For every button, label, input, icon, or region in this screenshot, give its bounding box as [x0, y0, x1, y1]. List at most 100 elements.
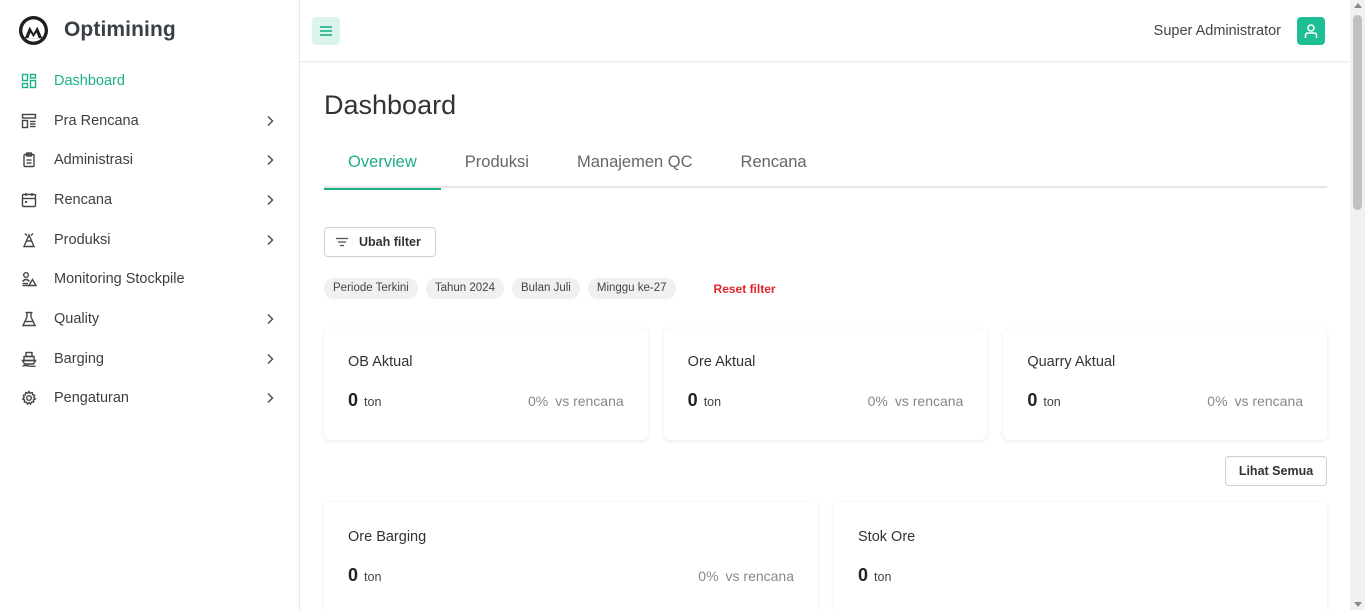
menu-toggle-button[interactable]: [312, 16, 340, 45]
sidebar-item-label: Dashboard: [54, 72, 125, 89]
tab-rencana[interactable]: Rencana: [717, 153, 831, 188]
view-all-button[interactable]: Lihat Semua: [1225, 456, 1327, 486]
chevron-right-icon: [267, 155, 274, 166]
card-comparison-label: vs rencana: [894, 393, 964, 409]
card-percentage: 0%: [867, 393, 888, 409]
chevron-right-icon: [267, 115, 274, 126]
page-title: Dashboard: [324, 90, 457, 120]
secondary-cards-row: Ore Barging 0 ton 0% vs rencana Stok Ore…: [324, 502, 1327, 610]
card-unit: ton: [703, 395, 722, 409]
card-value: 0: [1027, 390, 1038, 410]
excavator-icon: [20, 231, 38, 249]
card-comparison-label: vs rencana: [725, 568, 794, 584]
filter-chip: Periode Terkini: [324, 278, 418, 299]
stat-card-quarry-aktual: Quarry Aktual 0 ton 0% vs rencana: [1003, 329, 1328, 440]
hamburger-icon: [320, 25, 332, 36]
card-unit: ton: [874, 570, 892, 584]
sidebar-item-dashboard[interactable]: Dashboard: [0, 61, 299, 101]
scroll-down-arrow-icon[interactable]: [1354, 602, 1362, 607]
scroll-up-arrow-icon[interactable]: [1354, 3, 1362, 8]
card-unit: ton: [1043, 395, 1061, 409]
sidebar-item-label: Administrasi: [54, 152, 133, 169]
card-percentage: 0%: [527, 393, 549, 409]
change-filter-button[interactable]: Ubah filter: [324, 227, 436, 257]
sidebar-item-label: Pengaturan: [54, 390, 129, 407]
card-percentage: 0%: [698, 568, 719, 584]
card-value: 0: [348, 390, 359, 410]
sidebar-item-pengaturan[interactable]: Pengaturan: [0, 379, 299, 419]
flask-icon: [20, 310, 38, 328]
user-icon: [1304, 23, 1318, 38]
card-percentage: 0%: [1207, 393, 1228, 409]
chevron-right-icon: [267, 393, 274, 404]
summary-cards-row: OB Aktual 0 ton 0% vs rencana Ore Aktual…: [324, 329, 1328, 440]
card-title: OB Aktual: [348, 354, 413, 370]
chevron-right-icon: [267, 313, 274, 324]
card-unit: ton: [364, 570, 382, 584]
gear-icon: [20, 389, 38, 407]
main-area: Super Administrator Dashboard Overview P…: [300, 0, 1365, 610]
sidebar-nav: Dashboard Pra Rencana Administrasi Renca…: [0, 61, 299, 418]
sidebar-item-label: Monitoring Stockpile: [54, 271, 185, 288]
sidebar-item-rencana[interactable]: Rencana: [0, 180, 299, 220]
stat-card-stok-ore: Stok Ore 0 ton: [834, 502, 1327, 610]
reset-filter-link[interactable]: Reset filter: [714, 282, 776, 296]
scrollbar-thumb[interactable]: [1353, 15, 1362, 210]
sidebar-item-barging[interactable]: Barging: [0, 339, 299, 379]
card-value: 0: [858, 565, 869, 585]
chevron-right-icon: [267, 234, 274, 245]
sidebar-item-produksi[interactable]: Produksi: [0, 220, 299, 260]
card-stats: 0 ton 0% vs rencana: [348, 390, 624, 411]
dashboard-icon: [20, 72, 38, 90]
filter-icon: [335, 237, 349, 247]
tab-bar: Overview Produksi Manajemen QC Rencana: [324, 153, 1327, 190]
stat-card-ore-aktual: Ore Aktual 0 ton 0% vs rencana: [663, 329, 988, 440]
filter-chip: Bulan Juli: [511, 278, 580, 299]
tab-manajemen-qc[interactable]: Manajemen QC: [553, 153, 717, 188]
topbar: Super Administrator: [300, 0, 1365, 62]
sidebar-item-label: Rencana: [54, 191, 113, 208]
stat-card-ob-aktual: OB Aktual 0 ton 0% vs rencana: [324, 329, 648, 440]
calendar-icon: [20, 191, 38, 209]
chevron-right-icon: [267, 353, 274, 364]
brand[interactable]: Optimining: [0, 0, 299, 60]
stat-card-ore-barging: Ore Barging 0 ton 0% vs rencana: [324, 502, 818, 610]
ship-icon: [20, 350, 38, 368]
card-value: 0: [687, 390, 698, 410]
card-stats: 0 ton 0% vs rencana: [348, 565, 794, 586]
card-unit: ton: [364, 395, 382, 409]
active-filter-chips: Periode Terkini Tahun 2024 Bulan Juli Mi…: [324, 278, 1327, 299]
sidebar-item-label: Barging: [54, 350, 104, 367]
sidebar-item-label: Produksi: [54, 231, 111, 248]
dashboard-content: Dashboard Overview Produksi Manajemen QC…: [300, 87, 1365, 610]
card-title: Ore Barging: [348, 529, 427, 545]
page-scrollbar[interactable]: [1350, 0, 1365, 610]
filter-chip: Minggu ke-27: [587, 278, 676, 299]
sidebar-item-pra-rencana[interactable]: Pra Rencana: [0, 101, 299, 141]
tab-produksi[interactable]: Produksi: [441, 153, 553, 188]
clipboard-icon: [20, 151, 38, 169]
brand-name: Optimining: [64, 18, 176, 41]
sidebar-item-quality[interactable]: Quality: [0, 299, 299, 339]
sidebar-item-label: Pra Rencana: [54, 112, 139, 129]
card-stats: 0 ton 0% vs rencana: [688, 390, 964, 411]
sidebar-item-label: Quality: [54, 310, 100, 327]
card-comparison-label: vs rencana: [1234, 393, 1304, 409]
user-name[interactable]: Super Administrator: [1154, 23, 1281, 39]
stockpile-icon: [20, 270, 38, 288]
chevron-right-icon: [267, 194, 274, 205]
sidebar: Optimining Dashboard Pra Rencana Adminis…: [0, 0, 300, 610]
card-stats: 0 ton: [858, 565, 1303, 586]
card-stats: 0 ton 0% vs rencana: [1027, 390, 1303, 411]
sidebar-item-monitoring-stockpile[interactable]: Monitoring Stockpile: [0, 259, 299, 299]
user-avatar-button[interactable]: [1297, 16, 1325, 45]
card-comparison-label: vs rencana: [555, 393, 624, 409]
card-value: 0: [348, 565, 359, 585]
mountain-logo-icon: [18, 15, 49, 45]
card-title: Ore Aktual: [687, 354, 756, 370]
tab-overview[interactable]: Overview: [324, 153, 441, 190]
card-title: Quarry Aktual: [1027, 354, 1116, 370]
card-title: Stok Ore: [858, 529, 916, 545]
layout-list-icon: [20, 112, 38, 130]
sidebar-item-administrasi[interactable]: Administrasi: [0, 140, 299, 180]
